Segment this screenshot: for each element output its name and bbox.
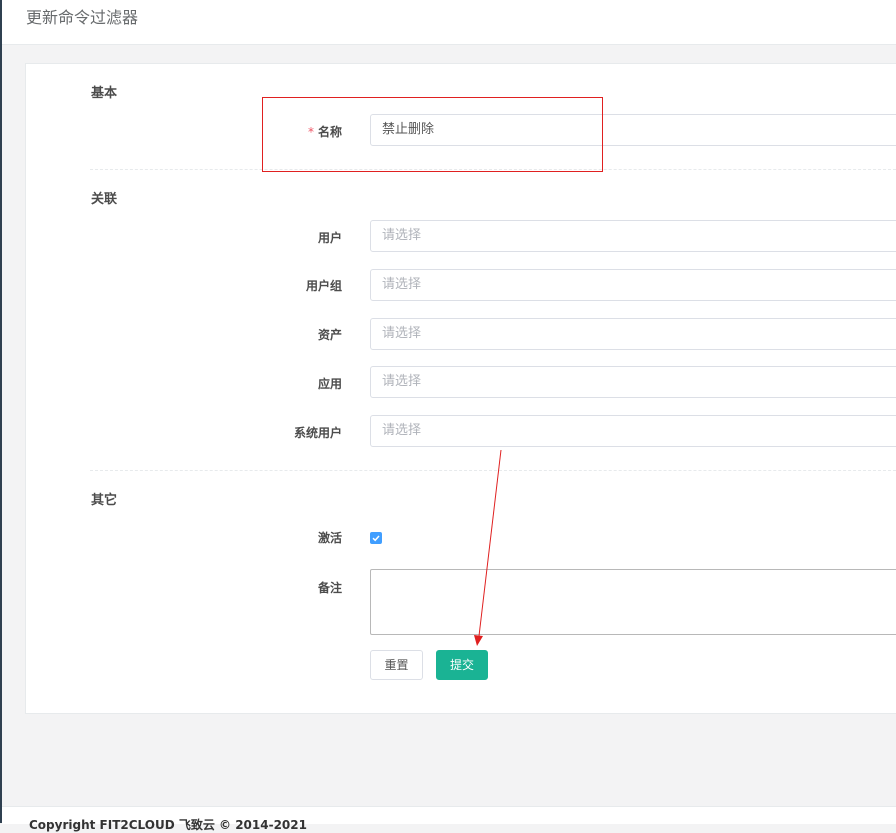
applications-select[interactable]: 请选择 — [370, 366, 896, 398]
assets-select[interactable]: 请选择 — [370, 318, 896, 350]
page-title: 更新命令过滤器 — [26, 8, 139, 27]
name-label-text: 名称 — [317, 125, 342, 139]
system-users-label: 系统用户 — [293, 426, 342, 440]
page-header: 更新命令过滤器 — [2, 0, 896, 45]
users-label: 用户 — [317, 231, 342, 245]
name-input[interactable]: 禁止删除 — [370, 114, 896, 146]
user-groups-select[interactable]: 请选择 — [370, 269, 896, 301]
section-divider — [90, 470, 896, 471]
section-title-other: 其它 — [91, 493, 118, 508]
section-title-basic: 基本 — [91, 86, 118, 101]
section-title-relations: 关联 — [91, 192, 118, 207]
active-label: 激活 — [317, 531, 342, 545]
footer-copyright: Copyright FIT2CLOUD 飞致云 © 2014-2021 — [29, 818, 307, 832]
comment-textarea[interactable] — [370, 569, 896, 635]
required-mark: * — [307, 125, 314, 139]
page-footer: Copyright FIT2CLOUD 飞致云 © 2014-2021 — [2, 806, 896, 832]
users-select[interactable]: 请选择 — [370, 220, 896, 252]
applications-label: 应用 — [317, 377, 342, 391]
user-groups-label: 用户组 — [305, 279, 342, 293]
submit-button[interactable]: 提交 — [436, 650, 488, 680]
system-users-select[interactable]: 请选择 — [370, 415, 896, 447]
reset-button[interactable]: 重置 — [370, 650, 423, 680]
comment-label: 备注 — [317, 581, 342, 595]
name-label: * 名称 — [0, 123, 342, 140]
section-divider — [90, 169, 896, 170]
assets-label: 资产 — [317, 328, 342, 342]
active-checkbox[interactable] — [370, 532, 382, 544]
check-icon — [372, 535, 380, 542]
